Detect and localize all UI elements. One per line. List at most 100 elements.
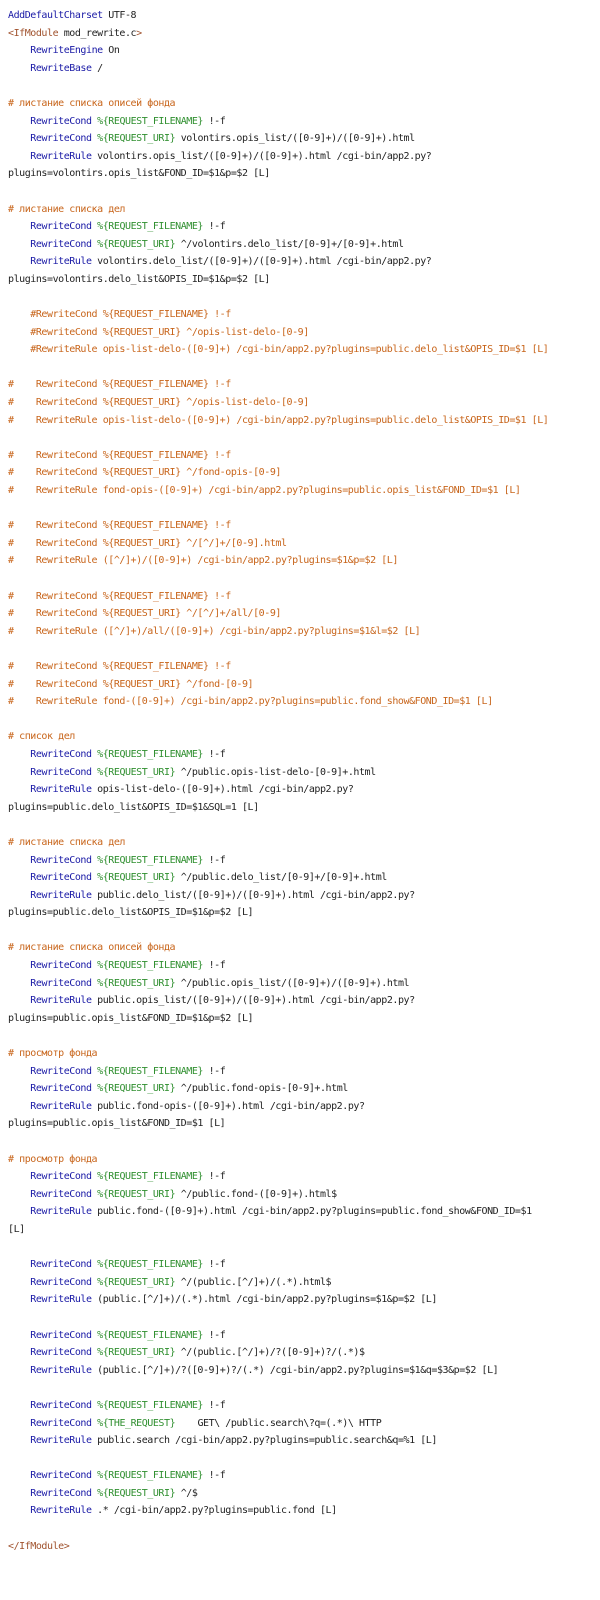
code-text: !-f — [203, 1065, 226, 1077]
code-line: # RewriteRule opis-list-delo-([0-9]+) /c… — [8, 412, 598, 430]
comment-text: #RewriteCond %{REQUEST_FILENAME} !-f — [8, 309, 231, 321]
code-line: RewriteCond %{REQUEST_URI} volontirs.opi… — [8, 130, 598, 148]
code-line: # листание списка дел — [8, 201, 598, 219]
directive-keyword: AddDefaultCharset — [8, 10, 103, 21]
comment-text: #RewriteRule opis-list-delo-([0-9]+) /cg… — [8, 344, 549, 356]
code-text: !-f — [203, 1171, 226, 1183]
htaccess-code-block: AddDefaultCharset UTF-8 <IfModule mod_rew… — [8, 7, 598, 1555]
code-line: AddDefaultCharset UTF-8 — [8, 7, 598, 25]
code-line: plugins=public.delo_list&OPIS_ID=$1&SQL=… — [8, 799, 598, 817]
directive-keyword: RewriteRule — [30, 1435, 92, 1447]
code-line: RewriteRule (public.[^/]+)/(.*).html /cg… — [8, 1291, 598, 1309]
code-line: RewriteCond %{REQUEST_FILENAME} !-f — [8, 1327, 598, 1345]
directive-keyword: RewriteCond — [30, 977, 92, 989]
code-line: <IfModule mod_rewrite.c> — [8, 25, 598, 43]
code-text: opis-list-delo-([0-9]+).html /cgi-bin/ap… — [91, 784, 354, 796]
code-text: !-f — [203, 1399, 226, 1411]
code-text: public.fond-opis-([0-9]+).html /cgi-bin/… — [91, 1100, 365, 1112]
directive-keyword: RewriteCond — [30, 1276, 92, 1288]
code-line: RewriteCond %{REQUEST_URI} ^/$ — [8, 1485, 598, 1503]
server-variable: %{REQUEST_URI} — [97, 1347, 176, 1359]
code-line: RewriteRule public.search /cgi-bin/app2.… — [8, 1432, 598, 1450]
code-line: RewriteCond %{REQUEST_FILENAME} !-f — [8, 957, 598, 975]
code-line: plugins=public.delo_list&OPIS_ID=$1&p=$2… — [8, 904, 598, 922]
code-line: # RewriteRule ([^/]+)/([0-9]+) /cgi-bin/… — [8, 552, 598, 570]
server-variable: %{REQUEST_URI} — [97, 977, 176, 989]
server-variable: %{REQUEST_FILENAME} — [97, 1065, 203, 1077]
code-line: plugins=public.opis_list&FOND_ID=$1 [L] — [8, 1115, 598, 1133]
code-text: ^/(public.[^/]+)/?([0-9]+)?/(.*)$ — [175, 1347, 365, 1359]
code-line: # RewriteCond %{REQUEST_FILENAME} !-f — [8, 517, 598, 535]
code-text: UTF-8 — [102, 10, 137, 21]
server-variable: %{REQUEST_URI} — [97, 872, 176, 884]
code-line: #RewriteCond %{REQUEST_URI} ^/opis-list-… — [8, 324, 598, 342]
directive-keyword: RewriteCond — [30, 872, 92, 884]
server-variable: %{REQUEST_FILENAME} — [97, 1470, 203, 1482]
code-line: </IfModule> — [8, 1538, 598, 1556]
code-line: RewriteRule .* /cgi-bin/app2.py?plugins=… — [8, 1502, 598, 1520]
code-line: # RewriteRule fond-opis-([0-9]+) /cgi-bi… — [8, 482, 598, 500]
code-text: plugins=public.delo_list&OPIS_ID=$1&SQL=… — [8, 801, 259, 813]
code-text: volontirs.opis_list/([0-9]+)/([0-9]+).ht… — [175, 133, 415, 145]
code-line: # RewriteRule ([^/]+)/all/([0-9]+) /cgi-… — [8, 623, 598, 641]
server-variable: %{REQUEST_FILENAME} — [97, 1259, 203, 1271]
code-text: !-f — [203, 1470, 226, 1482]
comment-text: # RewriteRule ([^/]+)/all/([0-9]+) /cgi-… — [8, 625, 421, 637]
server-variable: %{REQUEST_FILENAME} — [97, 1399, 203, 1411]
code-text: !-f — [203, 748, 226, 760]
code-text: ^/$ — [175, 1487, 198, 1499]
code-line: RewriteRule (public.[^/]+)/?([0-9]+)?/(.… — [8, 1362, 598, 1380]
directive-keyword: RewriteRule — [30, 995, 92, 1007]
code-line: RewriteCond %{REQUEST_FILENAME} !-f — [8, 1397, 598, 1415]
comment-text: # RewriteRule fond-([0-9]+) /cgi-bin/app… — [8, 696, 493, 708]
directive-keyword: RewriteRule — [30, 1100, 92, 1112]
code-line: # RewriteCond %{REQUEST_FILENAME} !-f — [8, 447, 598, 465]
code-line: plugins=volontirs.delo_list&OPIS_ID=$1&p… — [8, 271, 598, 289]
code-line: # RewriteCond %{REQUEST_FILENAME} !-f — [8, 658, 598, 676]
code-text: !-f — [203, 221, 226, 233]
directive-keyword: RewriteCond — [30, 221, 92, 233]
directive-keyword: RewriteCond — [30, 1329, 92, 1341]
server-variable: %{REQUEST_FILENAME} — [97, 115, 203, 127]
code-line: RewriteCond %{REQUEST_FILENAME} !-f — [8, 1168, 598, 1186]
comment-text: # RewriteCond %{REQUEST_FILENAME} !-f — [8, 660, 231, 672]
server-variable: %{REQUEST_FILENAME} — [97, 854, 203, 866]
module-tag: > — [136, 27, 142, 39]
code-line: RewriteRule public.delo_list/([0-9]+)/([… — [8, 887, 598, 905]
server-variable: %{REQUEST_URI} — [97, 1188, 176, 1200]
comment-text: # RewriteRule opis-list-delo-([0-9]+) /c… — [8, 414, 549, 426]
code-text: On — [102, 45, 120, 57]
code-line: # RewriteCond %{REQUEST_URI} ^/fond-[0-9… — [8, 676, 598, 694]
directive-keyword: RewriteCond — [30, 1487, 92, 1499]
comment-text: # просмотр фонда — [8, 1153, 98, 1165]
comment-text: # RewriteCond %{REQUEST_FILENAME} !-f — [8, 379, 231, 391]
comment-text: # RewriteCond %{REQUEST_URI} ^/fond-[0-9… — [8, 678, 254, 690]
directive-keyword: RewriteCond — [30, 115, 92, 127]
code-text: !-f — [203, 960, 226, 972]
code-line: # RewriteCond %{REQUEST_URI} ^/[^/]+/[0-… — [8, 535, 598, 553]
code-line: # просмотр фонда — [8, 1151, 598, 1169]
directive-keyword: RewriteRule — [30, 1364, 92, 1376]
directive-keyword: RewriteCond — [30, 1470, 92, 1482]
code-line: RewriteRule volontirs.delo_list/([0-9]+)… — [8, 253, 598, 271]
code-text: [L] — [8, 1223, 25, 1235]
